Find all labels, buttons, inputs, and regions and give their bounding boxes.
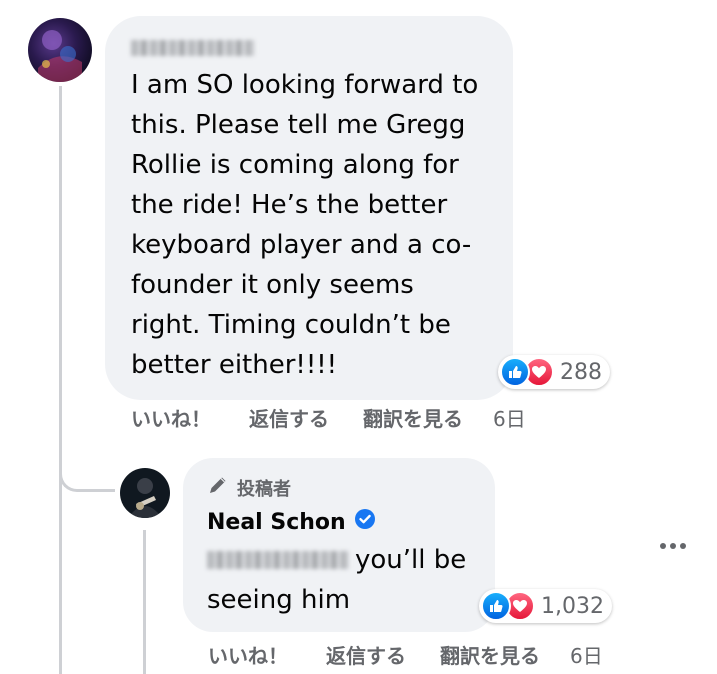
author-badge: 投稿者 <box>207 474 291 501</box>
commenter-name-blurred[interactable] <box>131 40 255 56</box>
like-button[interactable]: いいね！ <box>131 403 211 432</box>
reply-actions: いいね！ 返信する 翻訳を見る 6日 <box>208 640 603 669</box>
comment-text: I am SO looking forward to this. Please … <box>131 70 479 380</box>
reaction-summary[interactable]: 288 <box>498 355 610 389</box>
pen-icon <box>207 474 229 501</box>
more-options-icon[interactable] <box>660 543 686 549</box>
reply-author: Neal Schon <box>207 508 376 536</box>
reply-button[interactable]: 返信する <box>249 403 329 432</box>
like-button[interactable]: いいね！ <box>208 640 288 669</box>
reply-author-name[interactable]: Neal Schon <box>207 510 346 535</box>
reply-text: you’ll be seeing him <box>207 540 487 620</box>
reaction-count: 288 <box>560 359 602 385</box>
reply-reaction-count: 1,032 <box>541 593 604 619</box>
mentioned-name-blurred[interactable] <box>207 551 349 569</box>
reply-text-line2: seeing him <box>207 585 351 615</box>
translate-button[interactable]: 翻訳を見る <box>440 640 540 669</box>
reply-text-line1: you’ll be <box>355 545 467 575</box>
translate-button[interactable]: 翻訳を見る <box>363 403 463 432</box>
thumbs-up-icon <box>500 357 530 387</box>
timestamp[interactable]: 6日 <box>493 403 526 432</box>
reply-button[interactable]: 返信する <box>326 640 406 669</box>
comment-bubble: I am SO looking forward to this. Please … <box>105 16 513 400</box>
thread-line <box>59 86 62 674</box>
thread-branch <box>59 440 115 492</box>
comment-actions: いいね！ 返信する 翻訳を見る 6日 <box>131 403 526 432</box>
reply-reaction-summary[interactable]: 1,032 <box>479 589 612 623</box>
avatar[interactable] <box>28 18 92 82</box>
author-badge-label: 投稿者 <box>237 478 291 500</box>
avatar[interactable] <box>120 468 170 518</box>
reply-bubble: 投稿者 Neal Schon you’ll be seeing him <box>183 458 495 632</box>
reply-thread-line <box>143 530 146 674</box>
thumbs-up-icon <box>481 591 511 621</box>
verified-badge-icon <box>354 508 376 536</box>
timestamp[interactable]: 6日 <box>570 640 603 669</box>
